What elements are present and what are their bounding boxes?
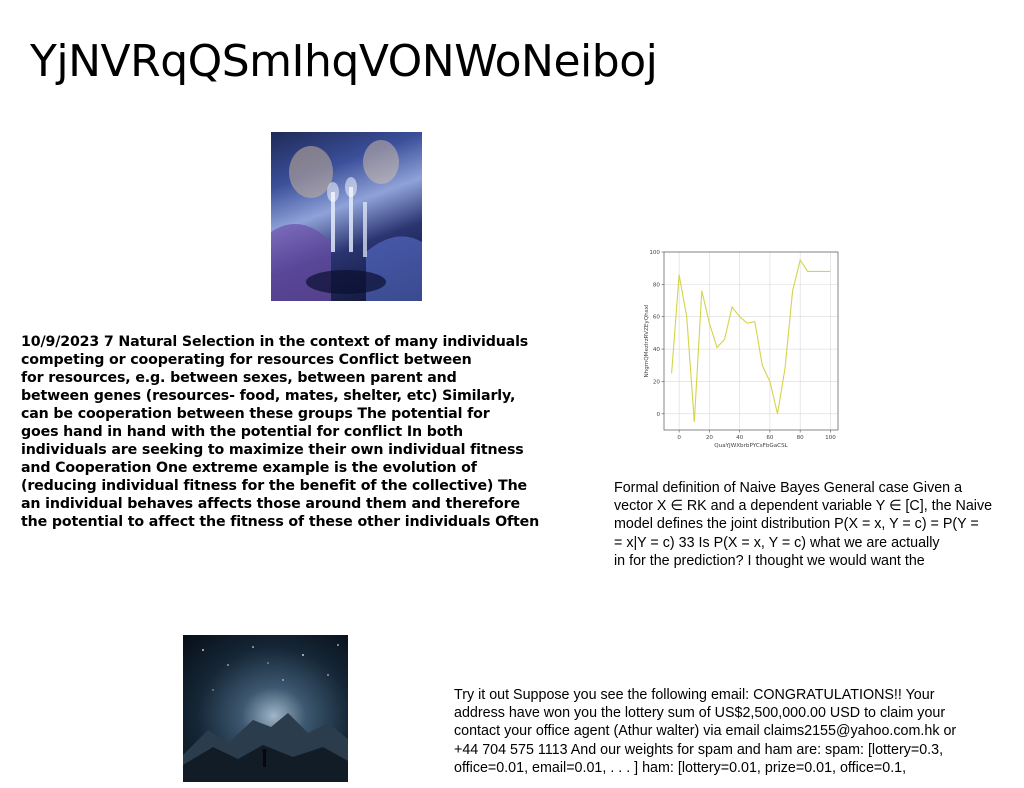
text-line: the potential to affect the fitness of t… bbox=[21, 514, 540, 530]
x-tick-label: 100 bbox=[825, 435, 836, 441]
text-line: individuals are seeking to maximize thei… bbox=[21, 442, 524, 458]
x-tick-label: 60 bbox=[766, 435, 774, 441]
page-title: YjNVRqQSmIhqVONWoNeiboj bbox=[30, 36, 658, 87]
x-tick-label: 0 bbox=[677, 435, 681, 441]
x-tick-label: 80 bbox=[797, 435, 805, 441]
text-line: vector X ∈ RK and a dependent variable Y… bbox=[614, 498, 993, 515]
y-axis-label: NhgmQMezlrzRVZEyQhsxl bbox=[644, 304, 650, 377]
text-line: contact your office agent (Athur walter)… bbox=[454, 723, 957, 740]
line-chart: 0 20 40 60 80 100 0 20 40 60 80 100 QuaYJWXbrbPYCsFb… bbox=[640, 246, 846, 454]
naive-bayes-text: Formal definition of Naive Bayes General… bbox=[614, 479, 992, 570]
line-chart-svg: 0 20 40 60 80 100 0 20 40 60 80 100 QuaYJWXbrbPYCsFb… bbox=[644, 250, 839, 449]
text-line: goes hand in hand with the potential for… bbox=[21, 424, 463, 440]
y-tick-label: 20 bbox=[653, 379, 661, 385]
spam-example-text: Try it out Suppose you see the following… bbox=[454, 686, 956, 777]
text-line: address have won you the lottery sum of … bbox=[454, 705, 946, 722]
text-line: (reducing individual fitness for the ben… bbox=[21, 478, 527, 494]
text-line: an individual behaves affects those arou… bbox=[21, 496, 520, 512]
text-line: and Cooperation One extreme example is t… bbox=[21, 460, 477, 476]
party-photo-art bbox=[271, 140, 422, 301]
y-tick-label: 80 bbox=[653, 282, 661, 288]
y-tick-label: 0 bbox=[656, 412, 660, 418]
y-tick-label: 60 bbox=[653, 315, 661, 321]
x-tick-label: 20 bbox=[706, 435, 714, 441]
y-tick-label: 40 bbox=[653, 347, 661, 353]
x-axis-label: QuaYJWXbrbPYCsFbGaCSL bbox=[714, 443, 788, 449]
text-line: +44 704 575 1113 And our weights for spa… bbox=[454, 741, 944, 758]
plot-frame bbox=[663, 251, 839, 431]
text-line: competing or cooperating for resources C… bbox=[21, 352, 472, 368]
y-tick-label: 100 bbox=[649, 250, 660, 256]
text-line: office=0.01, email=0.01, . . . ] ham: [l… bbox=[454, 759, 907, 776]
text-line: can be cooperation between these groups … bbox=[21, 406, 490, 422]
text-line: 10/9/2023 7 Natural Selection in the con… bbox=[21, 334, 529, 350]
text-line: in for the prediction? I thought we woul… bbox=[614, 552, 925, 569]
text-line: Try it out Suppose you see the following… bbox=[454, 687, 935, 703]
text-line: = x|Y = c) 33 Is P(X = x, Y = c) what we… bbox=[614, 534, 940, 551]
text-line: Formal definition of Naive Bayes General… bbox=[614, 480, 963, 496]
text-line: between genes (resources- food, mates, s… bbox=[21, 388, 516, 404]
mountain-photo-art bbox=[183, 644, 348, 782]
mountain-photo bbox=[183, 635, 348, 782]
x-tick-label: 40 bbox=[736, 435, 744, 441]
natural-selection-text: 10/9/2023 7 Natural Selection in the con… bbox=[21, 333, 539, 531]
party-photo bbox=[271, 132, 422, 301]
text-line: for resources, e.g. between sexes, betwe… bbox=[21, 370, 457, 386]
text-line: model defines the joint distribution P(X… bbox=[614, 516, 979, 533]
